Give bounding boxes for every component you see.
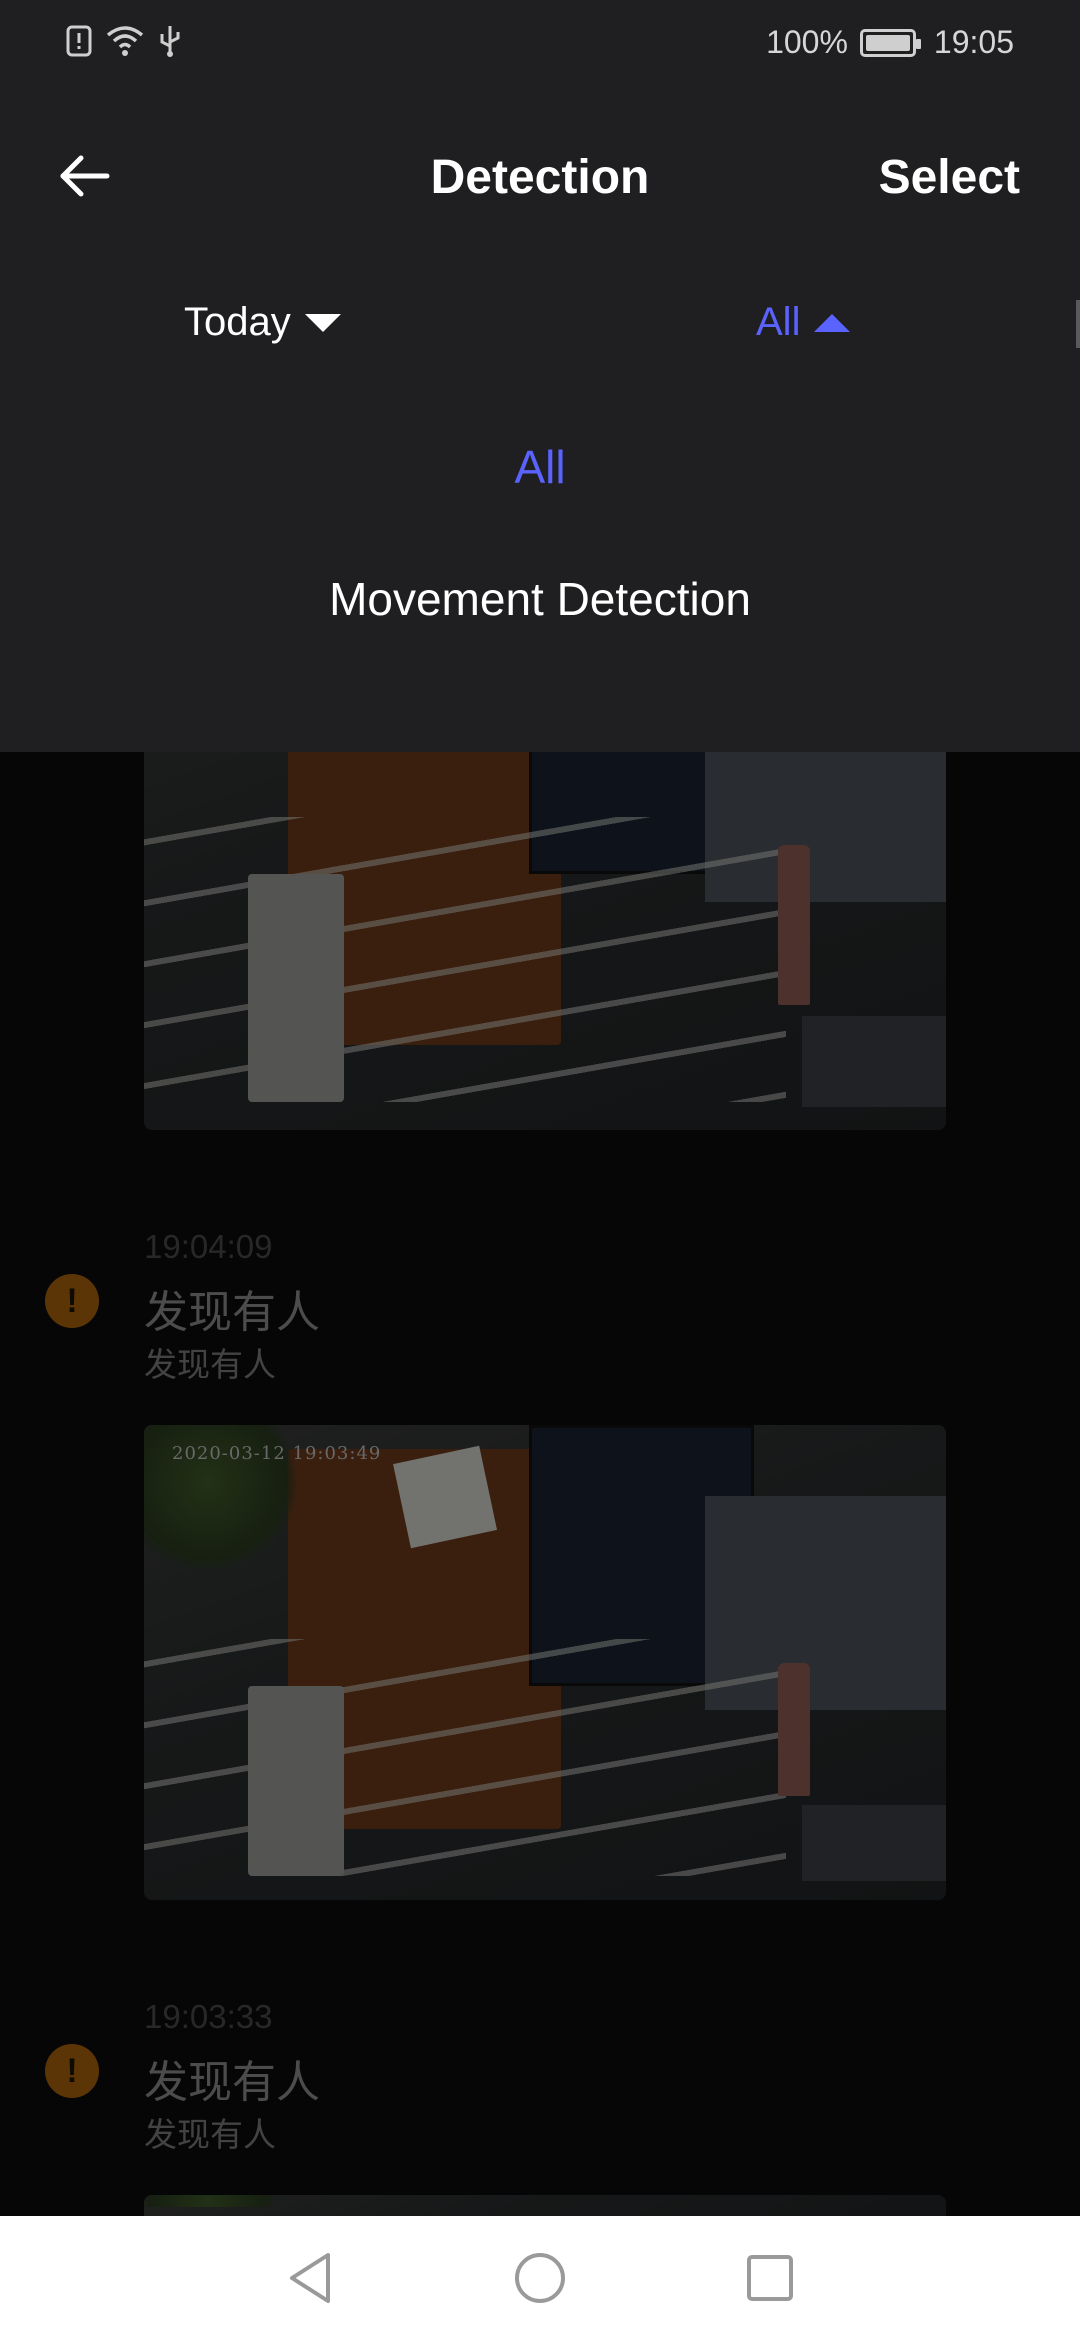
- caret-up-icon: [814, 313, 851, 332]
- detection-screen: 19:04:09 ! 发现有人 发现有人 2020-03-12 19:03:49…: [0, 0, 1080, 2340]
- dim-overlay[interactable]: [0, 752, 1080, 2216]
- circle-home-icon: [515, 2253, 565, 2303]
- top-panel: 100% 19:05 Detection Select Today All Al…: [0, 0, 1080, 752]
- status-bar: 100% 19:05: [0, 0, 1080, 90]
- triangle-back-icon: [290, 2253, 330, 2303]
- caret-down-icon: [304, 313, 341, 332]
- dropdown-option-all[interactable]: All: [0, 440, 1080, 494]
- scroll-edge-indicator: [1076, 300, 1080, 348]
- clock: 19:05: [933, 24, 1014, 60]
- nav-back-button[interactable]: [280, 2248, 340, 2308]
- type-dropdown-menu: All Movement Detection: [0, 440, 1080, 626]
- status-icons-right: 100% 19:05: [766, 24, 1014, 61]
- battery-charging-icon: [859, 28, 921, 57]
- usb-icon: [158, 24, 182, 63]
- nav-recents-button[interactable]: [740, 2248, 800, 2308]
- nav-home-button[interactable]: [510, 2248, 570, 2308]
- square-recents-icon: [747, 2255, 793, 2301]
- battery-percent: 100%: [766, 24, 848, 60]
- sim-alert-icon: [66, 25, 92, 62]
- status-icons-left: [66, 24, 182, 63]
- type-filter-label: All: [756, 300, 801, 344]
- wifi-icon: [106, 25, 144, 62]
- filter-bar: Today All: [0, 290, 1080, 360]
- type-filter[interactable]: All: [756, 300, 851, 345]
- date-filter[interactable]: Today: [184, 300, 341, 345]
- app-header: Detection Select: [0, 100, 1080, 250]
- date-filter-label: Today: [184, 300, 291, 344]
- system-nav-bar: [0, 2216, 1080, 2340]
- select-button[interactable]: Select: [879, 150, 1020, 205]
- dropdown-option-movement-detection[interactable]: Movement Detection: [0, 572, 1080, 626]
